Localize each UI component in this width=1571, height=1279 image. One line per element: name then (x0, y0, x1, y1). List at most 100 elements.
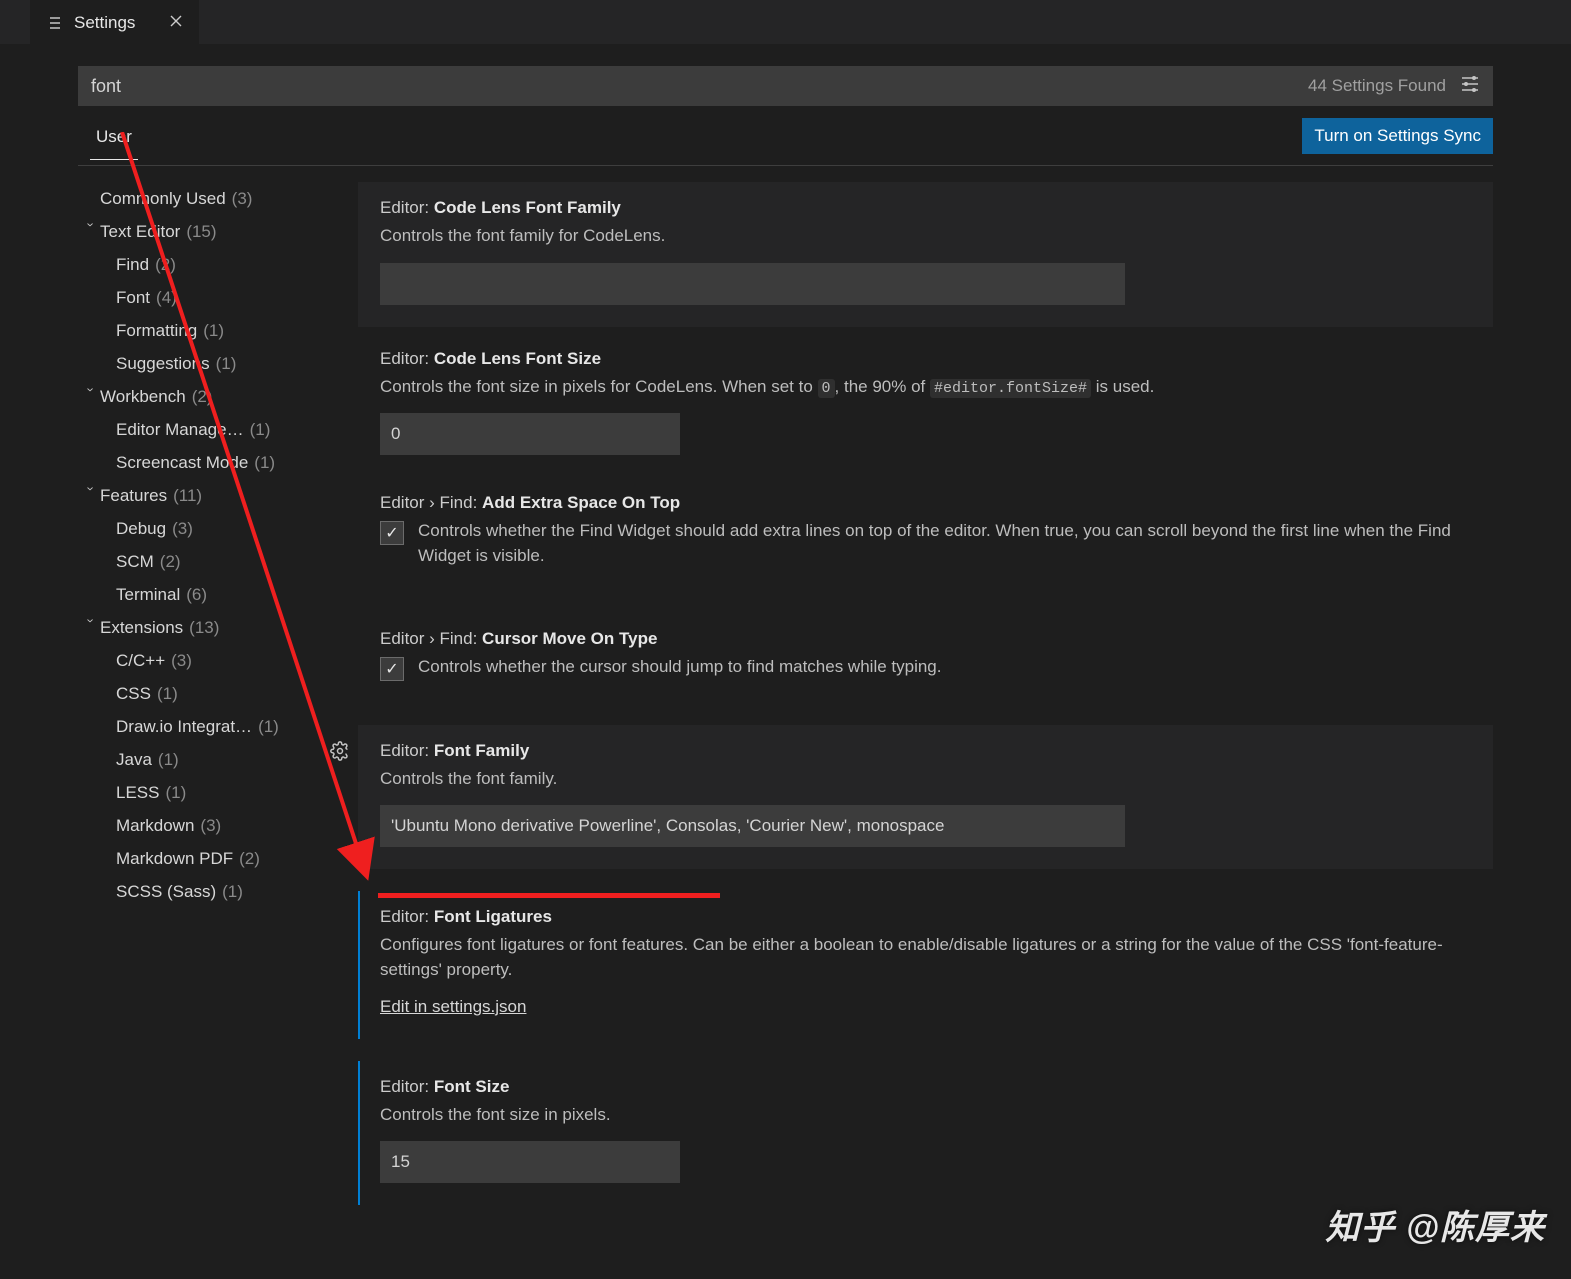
user-scope-tab[interactable]: User (90, 113, 138, 160)
toc-item[interactable]: ›Text Editor(15) (78, 215, 348, 248)
toc-item-count: (13) (189, 618, 219, 638)
setting-desc: Controls the font family. (380, 767, 1471, 792)
toc-item-label: SCM (116, 552, 154, 572)
gear-icon[interactable] (330, 741, 350, 766)
toc-item-label: CSS (116, 684, 151, 704)
toc-item-count: (3) (232, 189, 253, 209)
font-family-input[interactable] (380, 805, 1125, 847)
code-lens-font-size-input[interactable] (380, 413, 680, 455)
setting-desc: Controls the font size in pixels. (380, 1103, 1471, 1128)
setting-desc: Controls whether the Find Widget should … (418, 519, 1471, 568)
toc-item-label: SCSS (Sass) (116, 882, 216, 902)
toc-item-count: (2) (160, 552, 181, 572)
toc-item[interactable]: Formatting (1) (78, 314, 348, 347)
watermark: 知乎 @陈厚来 (1325, 1200, 1545, 1249)
toc-item-count: (1) (250, 420, 271, 440)
toc-item[interactable]: Commonly Used (3) (78, 182, 348, 215)
setting-name: Code Lens Font Family (434, 198, 621, 217)
setting-scope: Editor: (380, 741, 429, 760)
toc-item[interactable]: LESS (1) (78, 776, 348, 809)
toc-item-count: (3) (171, 651, 192, 671)
setting-name: Font Ligatures (434, 907, 552, 926)
toc-item-count: (1) (203, 321, 224, 341)
toc-item[interactable]: Editor Manage… (1) (78, 413, 348, 446)
settings-tab[interactable]: Settings (30, 0, 199, 44)
toc-item-label: Workbench (100, 387, 186, 407)
setting-font-family: Editor: Font Family Controls the font fa… (358, 725, 1493, 870)
toc-item[interactable]: Markdown(3) (78, 809, 348, 842)
toc-item-count: (1) (216, 354, 237, 374)
setting-code-lens-font-family: Editor: Code Lens Font Family Controls t… (358, 182, 1493, 327)
setting-code-lens-font-size: Editor: Code Lens Font Size Controls the… (358, 349, 1493, 456)
toc-item-label: Find (116, 255, 149, 275)
settings-scope-row: User Turn on Settings Sync (78, 106, 1493, 166)
settings-tab-icon (46, 14, 64, 32)
chevron-down-icon: › (84, 487, 99, 505)
setting-find-extra-space: Editor › Find: Add Extra Space On Top ✓ … (358, 477, 1493, 590)
toc-item[interactable]: ›Features(11) (78, 479, 348, 512)
toc-item[interactable]: C/C++(3) (78, 644, 348, 677)
setting-scope: Editor: (380, 198, 429, 217)
setting-scope: Editor › Find: (380, 629, 477, 648)
filter-icon[interactable] (1460, 74, 1480, 99)
toc-item-count: (1) (222, 882, 243, 902)
chevron-down-icon: › (84, 619, 99, 637)
settings-toc: Commonly Used(3)›Text Editor(15)Find(2)F… (78, 182, 358, 1279)
toc-item-label: Terminal (116, 585, 180, 605)
toc-item-count: (1) (165, 783, 186, 803)
toc-item[interactable]: Draw.io Integrat… (1) (78, 710, 348, 743)
toc-item[interactable]: Terminal(6) (78, 578, 348, 611)
toc-item[interactable]: SCSS (Sass) (1) (78, 875, 348, 908)
toc-item[interactable]: ›Extensions (13) (78, 611, 348, 644)
toc-item[interactable]: Java(1) (78, 743, 348, 776)
toc-item-label: Screencast Mode (116, 453, 248, 473)
toc-item-label: Commonly Used (100, 189, 226, 209)
toc-item-label: Suggestions (116, 354, 210, 374)
chevron-down-icon: › (84, 223, 99, 241)
toc-item-count: (1) (157, 684, 178, 704)
toc-item[interactable]: Suggestions (1) (78, 347, 348, 380)
toc-item[interactable]: Font(4) (78, 281, 348, 314)
toc-item[interactable]: Screencast Mode(1) (78, 446, 348, 479)
find-cursor-move-checkbox[interactable]: ✓ (380, 657, 404, 681)
setting-scope: Editor: (380, 349, 429, 368)
setting-font-ligatures: Editor: Font Ligatures Configures font l… (358, 891, 1493, 1038)
toc-item[interactable]: CSS (1) (78, 677, 348, 710)
setting-desc: Controls the font family for CodeLens. (380, 224, 1471, 249)
setting-name: Code Lens Font Size (434, 349, 601, 368)
find-extra-space-checkbox[interactable]: ✓ (380, 521, 404, 545)
close-icon[interactable] (169, 12, 183, 33)
font-size-input[interactable] (380, 1141, 680, 1183)
toc-item-label: Editor Manage… (116, 420, 244, 440)
settings-list: Editor: Code Lens Font Family Controls t… (358, 182, 1493, 1279)
code-lens-font-family-input[interactable] (380, 263, 1125, 305)
settings-sync-button[interactable]: Turn on Settings Sync (1302, 118, 1493, 154)
toc-item[interactable]: SCM (2) (78, 545, 348, 578)
toc-item[interactable]: Markdown PDF(2) (78, 842, 348, 875)
toc-item[interactable]: ›Workbench(2) (78, 380, 348, 413)
setting-name: Font Size (434, 1077, 510, 1096)
search-input[interactable] (91, 76, 1308, 97)
toc-item[interactable]: Debug (3) (78, 512, 348, 545)
setting-name: Cursor Move On Type (482, 629, 657, 648)
toc-item-count: (4) (156, 288, 177, 308)
toc-item-label: Markdown PDF (116, 849, 233, 869)
toc-item-count: (2) (192, 387, 213, 407)
tab-bar: Settings (0, 0, 1571, 44)
toc-item-count: (1) (158, 750, 179, 770)
toc-item-count: (3) (172, 519, 193, 539)
toc-item-label: Text Editor (100, 222, 180, 242)
toc-item-label: LESS (116, 783, 159, 803)
toc-item-label: Draw.io Integrat… (116, 717, 252, 737)
toc-item-label: Debug (116, 519, 166, 539)
toc-item-label: Extensions (100, 618, 183, 638)
toc-item-count: (1) (258, 717, 279, 737)
toc-item[interactable]: Find(2) (78, 248, 348, 281)
toc-item-count: (11) (173, 486, 202, 506)
toc-item-label: Formatting (116, 321, 197, 341)
setting-scope: Editor: (380, 907, 429, 926)
setting-scope: Editor › Find: (380, 493, 477, 512)
setting-find-cursor-move: Editor › Find: Cursor Move On Type ✓ Con… (358, 613, 1493, 703)
edit-in-settings-json-link[interactable]: Edit in settings.json (380, 997, 526, 1016)
settings-content: Commonly Used(3)›Text Editor(15)Find(2)F… (78, 182, 1493, 1279)
